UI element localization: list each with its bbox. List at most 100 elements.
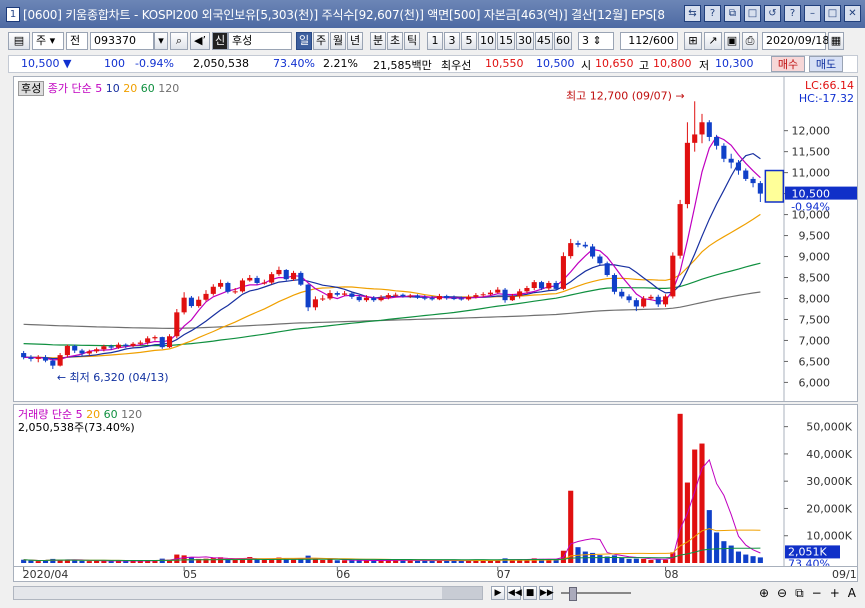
date-field[interactable]: 2020/09/18 <box>762 32 829 50</box>
data-count-field[interactable]: 112/600 <box>620 32 678 50</box>
volume-bar <box>699 443 705 563</box>
minute-3[interactable]: 3 <box>444 32 460 50</box>
candle-body <box>79 350 85 354</box>
candle-body <box>334 293 340 295</box>
code-dropdown-icon[interactable]: ▾ <box>154 32 168 50</box>
candle-body <box>538 282 545 289</box>
mode-select[interactable]: 전 <box>66 32 88 50</box>
candle-body <box>611 275 618 292</box>
candle-body <box>50 360 56 366</box>
minute-30[interactable]: 30 <box>516 32 534 50</box>
volume-chart-panel[interactable]: 50,000K 40,000K 30,000K 20,000K 10,000K 2,051… <box>13 404 858 570</box>
candle-body <box>633 300 639 307</box>
candle-body <box>371 297 377 301</box>
copy-window-icon[interactable]: ⧉ <box>724 5 741 22</box>
forward-icon[interactable]: ▶▶ <box>539 586 554 600</box>
candle-body <box>531 282 537 289</box>
legend-ma10: 10 <box>105 82 120 95</box>
calendar-icon[interactable]: ▦ <box>828 32 844 50</box>
grid-toggle-icon[interactable]: ⊞ <box>684 32 702 50</box>
forecast-box <box>764 169 785 203</box>
minute-5[interactable]: 5 <box>461 32 477 50</box>
refresh-icon[interactable]: ↺ <box>764 5 781 22</box>
candle-body <box>560 256 566 289</box>
volume-bar <box>597 555 603 563</box>
candle-body <box>86 351 92 354</box>
rewind-icon[interactable]: ◀◀ <box>507 586 522 600</box>
help-icon[interactable]: ? <box>704 5 721 22</box>
period-select[interactable]: 주 ▾ <box>32 32 64 50</box>
minute-15[interactable]: 15 <box>497 32 515 50</box>
candle-body <box>721 145 727 159</box>
candle-body <box>444 295 450 299</box>
volume-bar <box>35 561 41 563</box>
candle-body <box>254 277 260 283</box>
play-icon[interactable]: ▶ <box>491 586 505 600</box>
minute-45[interactable]: 45 <box>535 32 553 50</box>
search-icon[interactable]: ⌕ <box>170 32 188 50</box>
legend-ma5: 5 <box>95 82 103 95</box>
tab-tick[interactable]: 틱 <box>404 32 420 50</box>
candle-body <box>735 162 742 171</box>
zoom-in-icon[interactable]: ⊕ <box>759 586 769 600</box>
draw-tool-icon[interactable]: ↗ <box>704 32 722 50</box>
scroll-thumb[interactable] <box>442 587 482 599</box>
zoom-controls: ⊕ ⊖ ⧉ − + A <box>641 586 856 600</box>
horizontal-scrollbar[interactable] <box>13 586 483 600</box>
link-icon[interactable]: ⇆ <box>684 5 701 22</box>
minimize-button[interactable]: – <box>804 5 821 22</box>
tab-second[interactable]: 초 <box>387 32 403 50</box>
new-listing-badge[interactable]: 신 <box>212 32 228 50</box>
current-price-label: 10,500 <box>792 188 831 201</box>
speed-slider-handle[interactable] <box>569 587 577 601</box>
legend-ma20: 20 <box>123 82 138 95</box>
font-size-icon[interactable]: A <box>848 586 856 600</box>
restore-icon[interactable]: □ <box>744 5 761 22</box>
candle-body <box>261 282 267 284</box>
minute-60[interactable]: 60 <box>554 32 572 50</box>
sell-button[interactable]: 매도 <box>809 56 843 72</box>
decrease-icon[interactable]: − <box>812 586 822 600</box>
chart-type-icon[interactable]: ⧉ <box>795 586 804 600</box>
tab-minute[interactable]: 분 <box>370 32 386 50</box>
increase-icon[interactable]: + <box>830 586 840 600</box>
minute-10[interactable]: 10 <box>478 32 496 50</box>
interval-stepper[interactable]: 3 ⇕ <box>578 32 614 50</box>
volume-bar <box>626 558 632 563</box>
hc-label: HC:-17.32 <box>799 92 854 105</box>
tab-month[interactable]: 월 <box>330 32 346 50</box>
print-icon[interactable]: ⎙ <box>742 32 758 50</box>
max-price-note: 최고 12,700 (09/07) → <box>566 89 685 102</box>
zoom-out-icon[interactable]: ⊖ <box>777 586 787 600</box>
price-chart-panel[interactable]: 12,00011,50011,00010,50010,0009,5009,000… <box>13 76 858 402</box>
candle-body <box>188 297 194 307</box>
save-icon[interactable]: ▣ <box>724 32 740 50</box>
legend-prefix: 종가 단순 <box>47 82 92 95</box>
info-icon[interactable]: ? <box>784 5 801 22</box>
maximize-button[interactable]: □ <box>824 5 841 22</box>
price-tick-label: 6,500 <box>799 355 831 368</box>
stock-name-field[interactable]: 후성 <box>228 32 292 50</box>
close-button[interactable]: ✕ <box>844 5 861 22</box>
tab-day[interactable]: 일 <box>296 32 312 50</box>
volume-bar <box>451 560 457 563</box>
volume-bar <box>334 560 340 563</box>
price-ma60-line <box>23 262 761 347</box>
minute-1[interactable]: 1 <box>427 32 443 50</box>
candle-body <box>123 344 129 346</box>
volume-bar <box>735 551 742 563</box>
tab-week[interactable]: 주 <box>313 32 329 50</box>
tab-year[interactable]: 년 <box>347 32 363 50</box>
stop-icon[interactable]: ■ <box>523 586 537 600</box>
candle-body <box>568 243 574 257</box>
stock-code-input[interactable]: 093370 <box>90 32 154 50</box>
volume-bar <box>458 560 464 563</box>
buy-button[interactable]: 매수 <box>771 56 805 72</box>
quote-bar: 10,500 ▼ 100 -0.94% 2,050,538 73.40% 2.2… <box>8 55 858 73</box>
volume-bar <box>94 560 100 563</box>
candle-body <box>414 295 421 298</box>
chart-settings-icon[interactable]: ▤ <box>8 32 30 50</box>
sound-icon[interactable]: ◀ʼ <box>190 32 210 50</box>
stock-tag[interactable]: 후성 <box>18 81 45 96</box>
turnover-rate: 2.21% <box>323 57 358 70</box>
